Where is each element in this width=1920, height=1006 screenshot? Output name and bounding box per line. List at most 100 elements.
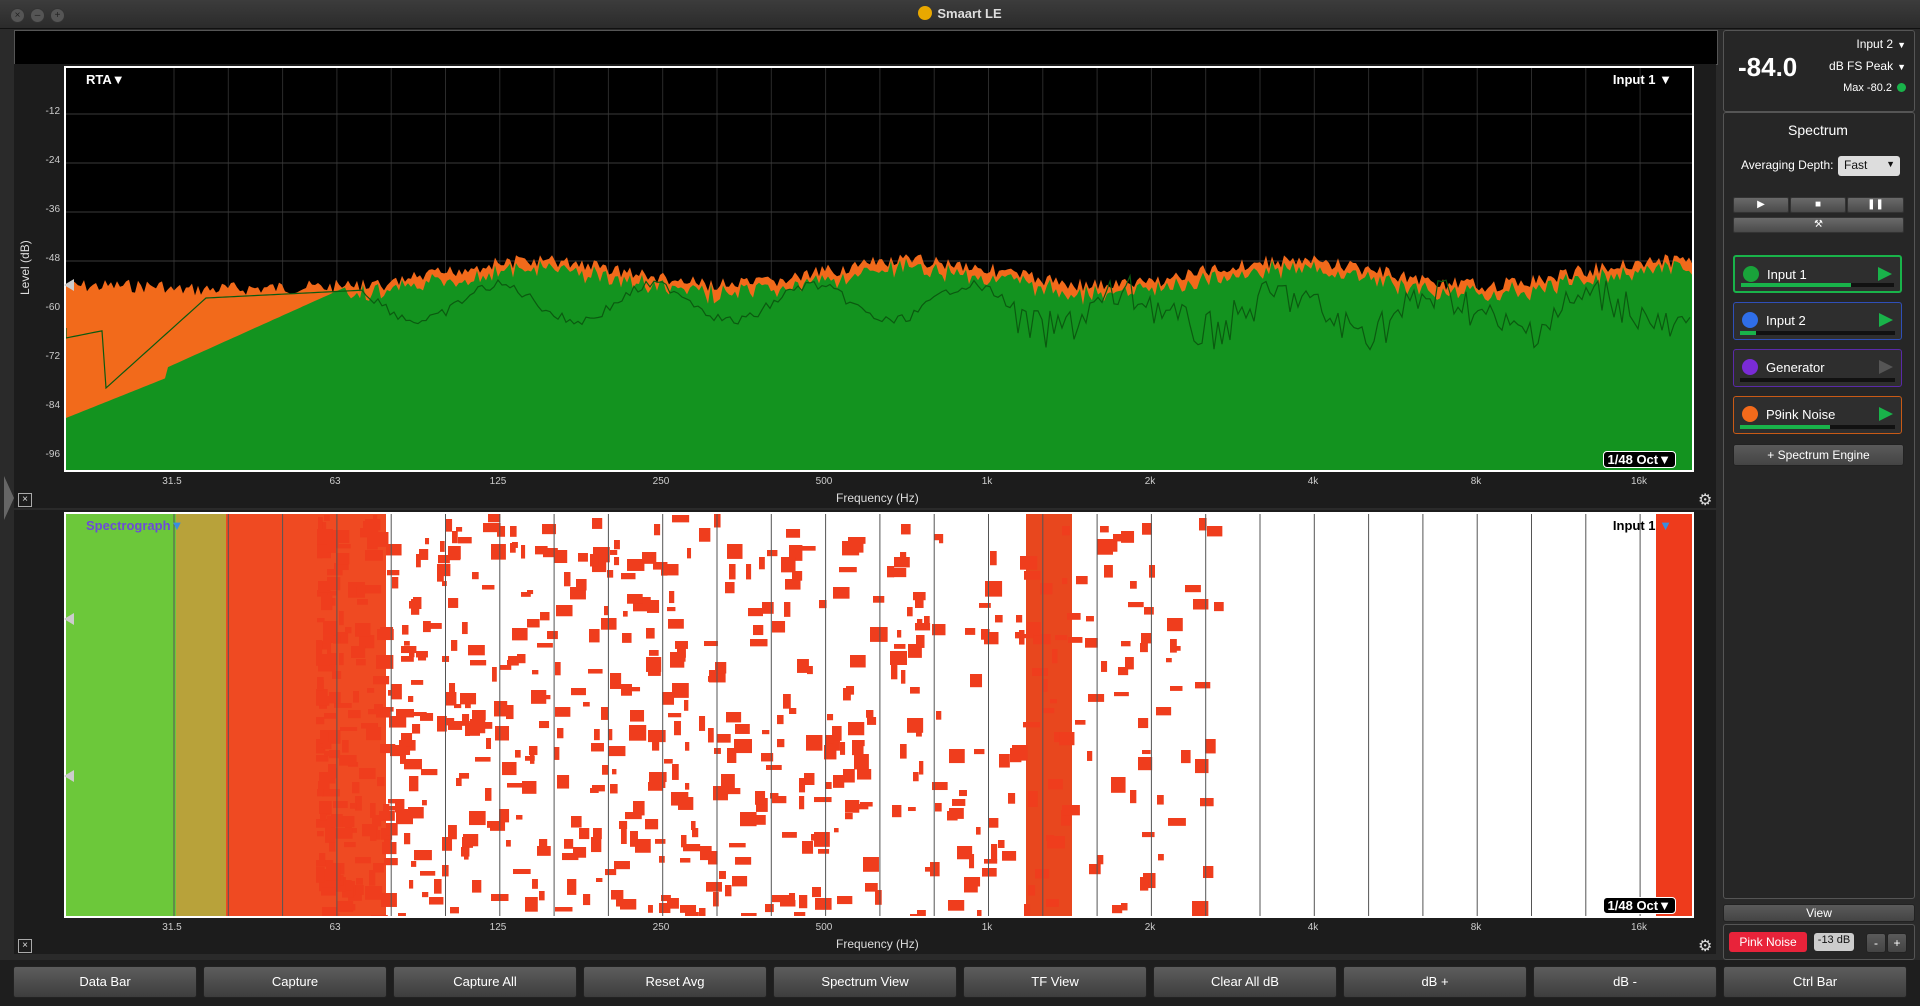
- view-button[interactable]: View: [1723, 904, 1915, 922]
- play-button[interactable]: ▶: [1733, 197, 1789, 213]
- spectrograph-cell: [621, 573, 636, 580]
- channel-input-1[interactable]: Input 1: [1733, 255, 1902, 293]
- spectrograph-cell: [915, 623, 931, 631]
- spectrograph-cell: [412, 724, 421, 734]
- spectrograph-close-icon[interactable]: ×: [18, 939, 32, 953]
- spectrograph-input-dropdown[interactable]: Input 1 ▼: [1613, 518, 1672, 533]
- spectrograph-cell: [421, 769, 438, 776]
- meter-mode-dropdown[interactable]: dB FS Peak ▼: [1790, 59, 1906, 73]
- gain-decrease-button[interactable]: -: [1866, 933, 1886, 953]
- play-icon[interactable]: [1879, 360, 1893, 374]
- spectrograph-cell: [1214, 602, 1224, 612]
- spectrograph-cell: [539, 891, 545, 901]
- data-bar-button[interactable]: Data Bar: [13, 966, 197, 998]
- spectrograph-cell: [614, 861, 630, 870]
- rta-mode-dropdown[interactable]: RTA▼: [86, 72, 125, 87]
- add-spectrum-engine-button[interactable]: + Spectrum Engine: [1733, 444, 1904, 466]
- db-plus-button[interactable]: dB +: [1343, 966, 1527, 998]
- spectrograph-cell: [684, 700, 689, 711]
- spectrograph-cell: [1016, 615, 1023, 623]
- averaging-depth-select[interactable]: Fast ▼: [1838, 156, 1900, 176]
- spectrograph-cell: [894, 557, 910, 568]
- spectrograph-cell: [1104, 565, 1113, 578]
- spectrograph-cell: [404, 641, 410, 646]
- spectrograph-cell: [423, 621, 431, 633]
- rta-x-tick: 31.5: [162, 476, 182, 487]
- spectrograph-lower-marker[interactable]: [64, 770, 74, 782]
- spectrograph-resolution-dropdown[interactable]: 1/48 Oct▼: [1602, 897, 1676, 914]
- spectrograph-band: [66, 514, 176, 916]
- meter-input-dropdown[interactable]: Input 2 ▼: [1810, 37, 1906, 51]
- spectrograph-cell: [648, 905, 653, 913]
- rta-close-icon[interactable]: ×: [18, 493, 32, 507]
- rta-resolution-dropdown[interactable]: 1/48 Oct▼: [1602, 451, 1676, 468]
- channel-input-2[interactable]: Input 2: [1733, 302, 1902, 340]
- tf-view-button[interactable]: TF View: [963, 966, 1147, 998]
- play-icon[interactable]: [1879, 313, 1893, 327]
- tools-button[interactable]: ⚒: [1733, 217, 1904, 233]
- spectrograph-cell: [401, 646, 417, 654]
- spectrograph-plot[interactable]: Spectrograph▼ Input 1 ▼ 1/48 Oct▼: [64, 512, 1694, 918]
- pause-button[interactable]: ❚❚: [1847, 197, 1904, 213]
- spectrograph-cell: [521, 545, 526, 559]
- spectrograph-cell: [667, 898, 679, 909]
- status-dot-icon: [1897, 83, 1906, 92]
- play-icon[interactable]: [1878, 267, 1892, 281]
- channel-color-icon: [1742, 406, 1758, 422]
- rta-settings-gear-icon[interactable]: ⚙: [1698, 490, 1712, 510]
- spectrograph-cell: [919, 761, 924, 775]
- spectrograph-cell: [594, 729, 600, 741]
- spectrograph-upper-marker[interactable]: [64, 613, 74, 625]
- stop-button[interactable]: ■: [1790, 197, 1846, 213]
- spectrograph-cell: [462, 714, 470, 726]
- spectrograph-mode-dropdown[interactable]: Spectrograph▼: [86, 518, 183, 533]
- rta-x-tick: 1k: [981, 476, 993, 487]
- spectrograph-cell: [772, 895, 790, 903]
- spectrograph-cell: [1032, 668, 1048, 676]
- spectrograph-cell: [392, 577, 399, 589]
- spectrograph-cell: [373, 676, 390, 685]
- spectrograph-cell: [1015, 632, 1021, 639]
- rta-y-tick: -96: [45, 449, 60, 460]
- spectrograph-cell: [610, 784, 618, 794]
- spectrograph-cell: [645, 819, 659, 830]
- spectrograph-cell: [1059, 732, 1075, 746]
- spectrograph-cell: [1111, 777, 1126, 793]
- spectrograph-cell: [438, 555, 450, 564]
- channel-name: Input 2: [1766, 313, 1806, 328]
- spectrograph-cell: [833, 775, 845, 788]
- spectrograph-cell: [685, 742, 690, 751]
- clear-all-db-button[interactable]: Clear All dB: [1153, 966, 1337, 998]
- sidebar-toggle-icon[interactable]: [4, 476, 14, 520]
- spectrograph-cell: [680, 858, 691, 863]
- spectrograph-cell: [700, 846, 712, 861]
- spectrograph-cell: [827, 714, 834, 721]
- spectrograph-cell: [356, 878, 363, 885]
- spectrograph-cell: [555, 662, 561, 676]
- rta-input-dropdown[interactable]: Input 1 ▼: [1613, 72, 1672, 87]
- spectrograph-cell: [359, 768, 376, 780]
- spectrograph-cell: [799, 796, 805, 810]
- spectrograph-settings-gear-icon[interactable]: ⚙: [1698, 936, 1712, 956]
- channel-generator[interactable]: Generator: [1733, 349, 1902, 387]
- channel-pink-noise[interactable]: P9ink Noise: [1733, 396, 1902, 434]
- reset-avg-button[interactable]: Reset Avg: [583, 966, 767, 998]
- ctrl-bar-button[interactable]: Ctrl Bar: [1723, 966, 1907, 998]
- capture-button[interactable]: Capture: [203, 966, 387, 998]
- rta-plot[interactable]: RTA▼ Input 1 ▼ 1/48 Oct▼: [64, 66, 1694, 472]
- channel-level-fill: [1740, 331, 1756, 335]
- spectrograph-cell: [327, 730, 341, 744]
- pink-noise-button[interactable]: Pink Noise: [1729, 932, 1807, 952]
- spectrograph-cell: [1075, 720, 1086, 725]
- spectrograph-cell: [319, 801, 332, 814]
- rta-level-marker[interactable]: [64, 279, 74, 291]
- play-icon[interactable]: [1879, 407, 1893, 421]
- spectrograph-cell: [654, 524, 661, 536]
- spectrograph-cell: [1086, 616, 1094, 622]
- capture-all-button[interactable]: Capture All: [393, 966, 577, 998]
- spectrograph-cell: [359, 885, 364, 895]
- spectrograph-cell: [667, 607, 676, 612]
- spectrum-view-button[interactable]: Spectrum View: [773, 966, 957, 998]
- gain-increase-button[interactable]: +: [1887, 933, 1907, 953]
- db-minus-button[interactable]: dB -: [1533, 966, 1717, 998]
